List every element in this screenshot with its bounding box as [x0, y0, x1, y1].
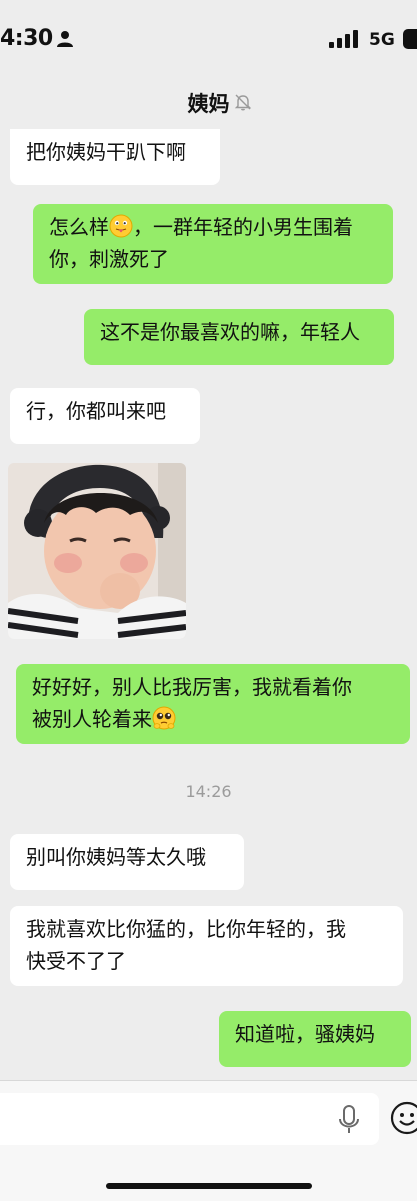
message-timestamp: 14:26 — [185, 782, 232, 801]
message-text: ，一群年轻的小男生围着 — [133, 215, 353, 239]
child-sticker-picture — [8, 463, 186, 639]
chat-area[interactable]: 把你姨妈干趴下啊 怎么样 ，一群年轻的小男生围着 你，刺激死了 这不是你最喜欢的… — [0, 124, 417, 1080]
smiley-icon[interactable] — [390, 1101, 417, 1135]
message-text: 别叫你姨妈等太久哦 — [26, 845, 206, 869]
message-text: 知道啦，骚姨妈 — [235, 1022, 375, 1046]
bell-off-icon — [234, 94, 252, 111]
message-bubble-outgoing[interactable]: 知道啦，骚姨妈 — [219, 1011, 411, 1067]
message-text: 行，你都叫来吧 — [26, 399, 166, 423]
message-text: 这不是你最喜欢的嘛，年轻人 — [100, 320, 360, 344]
chat-title[interactable]: 姨妈 — [0, 88, 417, 118]
status-bar: 4:30 5G — [0, 0, 417, 80]
message-input[interactable] — [0, 1093, 379, 1145]
message-bubble-incoming[interactable]: 把你姨妈干趴下啊 — [10, 129, 220, 185]
chat-header: 姨妈 — [0, 80, 417, 124]
message-text: 你，刺激死了 — [49, 247, 169, 271]
chat-title-text: 姨妈 — [187, 92, 230, 116]
message-bubble-outgoing[interactable]: 这不是你最喜欢的嘛，年轻人 — [84, 309, 394, 365]
battery-icon — [403, 29, 417, 49]
input-bar — [0, 1080, 417, 1201]
message-text: 把你姨妈干趴下啊 — [26, 140, 186, 164]
message-text: 怎么样 — [49, 215, 109, 239]
home-indicator[interactable] — [106, 1183, 312, 1189]
sticker-image[interactable] — [8, 463, 186, 639]
tongue-out-emoji-icon — [109, 214, 133, 238]
message-bubble-outgoing[interactable]: 好好好，别人比我厉害，我就看着你 被别人轮着来 — [16, 664, 410, 744]
message-bubble-incoming[interactable]: 我就喜欢比你猛的，比你年轻的，我 快受不了了 — [10, 906, 403, 986]
microphone-icon[interactable] — [338, 1105, 360, 1135]
message-bubble-outgoing[interactable]: 怎么样 ，一群年轻的小男生围着 你，刺激死了 — [33, 204, 393, 284]
message-text: 快受不了了 — [26, 949, 126, 973]
signal-icon — [329, 30, 358, 48]
message-bubble-incoming[interactable]: 别叫你姨妈等太久哦 — [10, 834, 244, 890]
message-text: 被别人轮着来 — [32, 707, 152, 731]
status-time: 4:30 — [0, 26, 53, 51]
person-icon — [57, 31, 73, 47]
network-type: 5G — [369, 30, 395, 50]
pleading-face-emoji-icon — [152, 706, 176, 730]
message-bubble-incoming[interactable]: 行，你都叫来吧 — [10, 388, 200, 444]
message-text: 我就喜欢比你猛的，比你年轻的，我 — [26, 917, 346, 941]
message-text: 好好好，别人比我厉害，我就看着你 — [32, 675, 352, 699]
